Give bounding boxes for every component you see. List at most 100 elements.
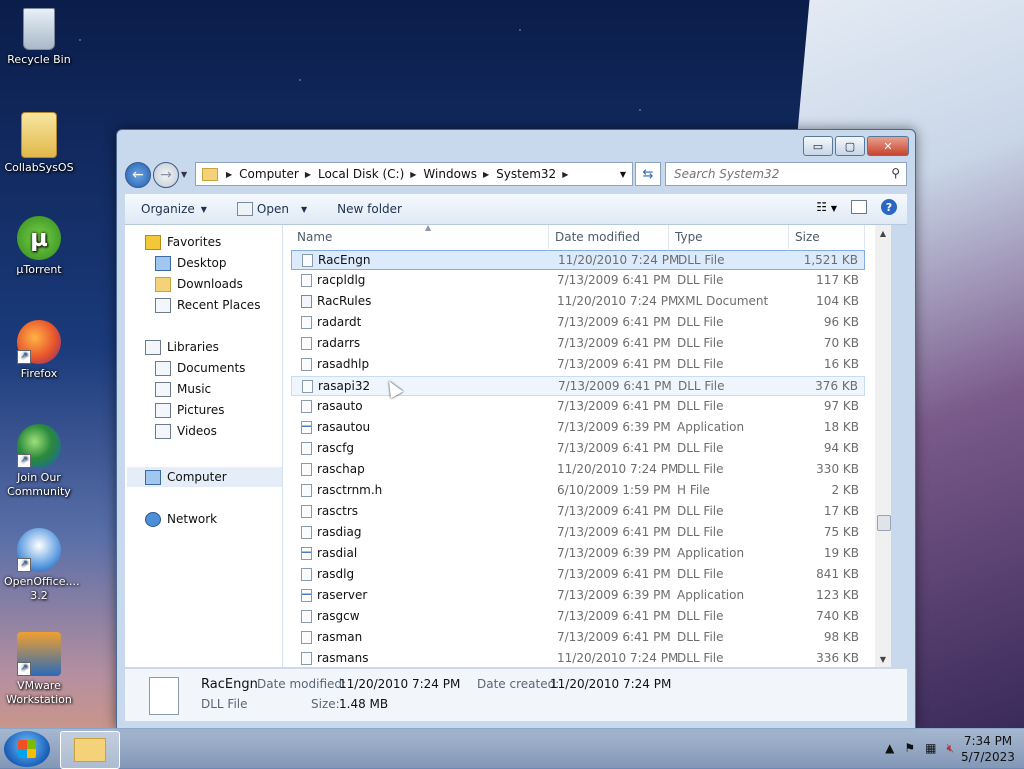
file-row[interactable]: raschap 11/20/2010 7:24 PM DLL File 330 KB xyxy=(291,460,865,480)
nav-computer[interactable]: Computer xyxy=(145,467,227,487)
breadcrumb-windows[interactable]: Windows xyxy=(423,167,477,181)
minimize-button[interactable]: ▭ xyxy=(803,136,833,156)
clock[interactable]: 7:34 PM 5/7/2023 xyxy=(958,733,1018,765)
desktop-icon-label: Recycle Bin xyxy=(7,53,71,66)
file-row[interactable]: rasdiag 7/13/2009 6:41 PM DLL File 75 KB xyxy=(291,523,865,543)
nav-label: Downloads xyxy=(177,277,243,291)
file-row[interactable]: rasctrnm.h 6/10/2009 1:59 PM H File 2 KB xyxy=(291,481,865,501)
desktop-icon-join-community[interactable]: ↗ Join Our Community xyxy=(4,424,74,499)
chevron-right-icon[interactable]: ▶ xyxy=(305,170,311,179)
show-hidden-icons-icon[interactable]: ▲ xyxy=(885,741,894,756)
file-type: DLL File xyxy=(678,253,725,267)
nav-recent-places[interactable]: Recent Places xyxy=(155,295,260,315)
nav-desktop[interactable]: Desktop xyxy=(155,253,227,273)
back-button[interactable]: ← xyxy=(125,162,151,188)
explorer-window[interactable]: ▭ ▢ ✕ ← → ▼ ▶ Computer ▶ Local Disk (C:)… xyxy=(116,129,916,729)
nav-network[interactable]: Network xyxy=(145,509,217,529)
file-size: 18 KB xyxy=(823,420,859,434)
close-button[interactable]: ✕ xyxy=(867,136,909,156)
maximize-button[interactable]: ▢ xyxy=(835,136,865,156)
file-row[interactable]: raserver 7/13/2009 6:39 PM Application 123 … xyxy=(291,586,865,606)
address-bar[interactable]: ▶ Computer ▶ Local Disk (C:) ▶ Windows ▶… xyxy=(195,162,633,186)
file-row[interactable]: rasauto 7/13/2009 6:41 PM DLL File 97 KB xyxy=(291,397,865,417)
open-button[interactable]: Open ▼ xyxy=(236,202,307,216)
file-row[interactable]: rasautou 7/13/2009 6:39 PM Application 18 K… xyxy=(291,418,865,438)
desktop-icon-vmware[interactable]: ↗ VMware Workstation xyxy=(4,632,74,707)
recent-pages-dropdown[interactable]: ▼ xyxy=(181,170,187,179)
file-row[interactable]: rasapi32 7/13/2009 6:41 PM DLL File 376 KB xyxy=(291,376,865,396)
file-name: rasdlg xyxy=(317,567,355,581)
file-icon xyxy=(301,463,312,476)
nav-videos[interactable]: Videos xyxy=(155,421,217,441)
file-row[interactable]: rasctrs 7/13/2009 6:41 PM DLL File 17 KB xyxy=(291,502,865,522)
file-icon xyxy=(301,484,312,497)
file-row[interactable]: radarrs 7/13/2009 6:41 PM DLL File 70 KB xyxy=(291,334,865,354)
file-row[interactable]: rascfg 7/13/2009 6:41 PM DLL File 94 KB xyxy=(291,439,865,459)
file-name: rasmans xyxy=(317,651,369,665)
chevron-right-icon[interactable]: ▶ xyxy=(562,170,568,179)
file-row[interactable]: rasman 7/13/2009 6:41 PM DLL File 98 KB xyxy=(291,628,865,648)
chevron-down-icon[interactable]: ▼ xyxy=(620,170,626,179)
scroll-down-icon[interactable]: ▼ xyxy=(875,651,891,667)
desktop-icon-utorrent[interactable]: µ µTorrent xyxy=(4,216,74,277)
file-row[interactable]: rasdlg 7/13/2009 6:41 PM DLL File 841 KB xyxy=(291,565,865,585)
scrollbar-thumb[interactable] xyxy=(877,515,891,531)
arrow-left-icon: ← xyxy=(132,167,144,183)
chevron-right-icon[interactable]: ▶ xyxy=(410,170,416,179)
nav-downloads[interactable]: Downloads xyxy=(155,274,243,294)
file-row[interactable]: RacRules 11/20/2010 7:24 PM XML Document 10… xyxy=(291,292,865,312)
chevron-right-icon[interactable]: ▶ xyxy=(483,170,489,179)
file-type: DLL File xyxy=(677,609,724,623)
file-row[interactable]: rasdial 7/13/2009 6:39 PM Application 19 KB xyxy=(291,544,865,564)
file-row[interactable]: racpldlg 7/13/2009 6:41 PM DLL File 117 KB xyxy=(291,271,865,291)
column-header-size[interactable]: Size xyxy=(789,225,865,249)
breadcrumb-system32[interactable]: System32 xyxy=(496,167,556,181)
desktop-icon-collabsysos[interactable]: CollabSysOS xyxy=(4,112,74,175)
chevron-right-icon[interactable]: ▶ xyxy=(226,170,232,179)
taskbar-explorer-button[interactable] xyxy=(60,731,120,769)
file-row[interactable]: rasgcw 7/13/2009 6:41 PM DLL File 740 KB xyxy=(291,607,865,627)
nav-libraries[interactable]: Libraries xyxy=(145,337,219,357)
refresh-button[interactable]: ⇆ xyxy=(635,162,661,186)
desktop-icon-recycle-bin[interactable]: Recycle Bin xyxy=(4,8,74,67)
breadcrumb-local-disk[interactable]: Local Disk (C:) xyxy=(318,167,404,181)
organize-button[interactable]: Organize ▼ xyxy=(141,202,207,216)
application-icon xyxy=(301,421,312,434)
music-icon xyxy=(155,381,171,397)
vertical-scrollbar[interactable]: ▲ ▼ xyxy=(875,225,891,667)
file-icon xyxy=(302,254,313,267)
column-header-type[interactable]: Type xyxy=(669,225,789,249)
file-row[interactable]: rasadhlp 7/13/2009 6:41 PM DLL File 16 KB xyxy=(291,355,865,375)
new-folder-button[interactable]: New folder xyxy=(337,202,402,216)
start-button[interactable] xyxy=(4,731,50,767)
forward-button[interactable]: → xyxy=(153,162,179,188)
nav-favorites[interactable]: Favorites xyxy=(145,232,221,252)
view-options-button[interactable]: ☷ ▼ xyxy=(816,200,837,214)
search-input[interactable] xyxy=(672,166,886,182)
search-icon[interactable]: ⚲ xyxy=(891,166,900,180)
desktop-icon-firefox[interactable]: ↗ Firefox xyxy=(4,320,74,381)
desktop-icon xyxy=(155,255,171,271)
file-row[interactable]: radardt 7/13/2009 6:41 PM DLL File 96 KB xyxy=(291,313,865,333)
nav-music[interactable]: Music xyxy=(155,379,211,399)
breadcrumb-computer[interactable]: Computer xyxy=(239,167,299,181)
scroll-up-icon[interactable]: ▲ xyxy=(875,225,891,241)
desktop-icon-label: VMware Workstation xyxy=(6,679,72,706)
file-icon xyxy=(301,568,312,581)
file-row[interactable]: RacEngn 11/20/2010 7:24 PM DLL File 1,521 K… xyxy=(291,250,865,270)
file-type: DLL File xyxy=(677,567,724,581)
help-button[interactable]: ? xyxy=(881,199,897,215)
file-name: RacEngn xyxy=(318,253,371,267)
volume-muted-icon[interactable]: 🔇︎ xyxy=(946,741,954,756)
action-center-flag-icon[interactable]: ⚑ xyxy=(904,741,915,756)
network-tray-icon[interactable]: ▦ xyxy=(925,741,936,756)
preview-pane-button[interactable] xyxy=(851,200,867,214)
file-type: DLL File xyxy=(677,315,724,329)
desktop-icon-openoffice[interactable]: ↗ OpenOffice.... 3.2 xyxy=(4,528,79,603)
search-box[interactable]: ⚲ xyxy=(665,162,907,186)
nav-documents[interactable]: Documents xyxy=(155,358,245,378)
column-header-name[interactable]: Name ▲ xyxy=(291,225,549,249)
file-row[interactable]: rasmans 11/20/2010 7:24 PM DLL File 336 KB xyxy=(291,649,865,667)
column-header-date[interactable]: Date modified xyxy=(549,225,669,249)
nav-pictures[interactable]: Pictures xyxy=(155,400,225,420)
